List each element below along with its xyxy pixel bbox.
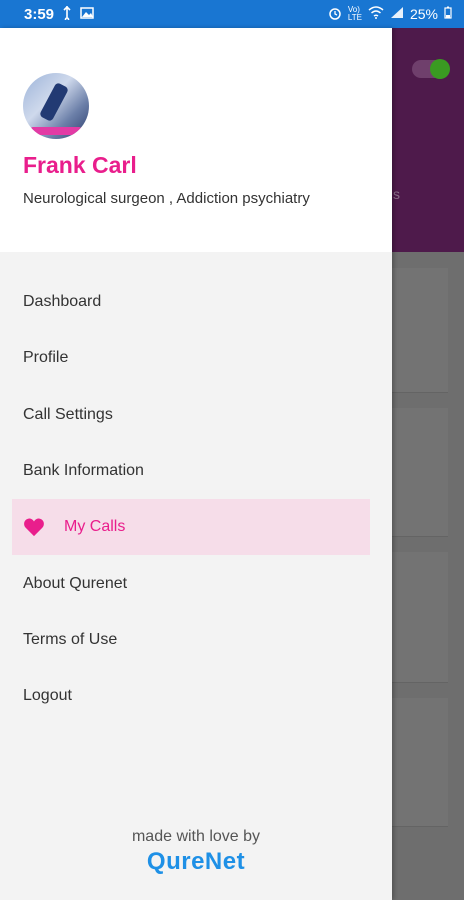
profile-specialty: Neurological surgeon , Addiction psychia… xyxy=(23,190,310,207)
background-card xyxy=(392,268,448,393)
menu-item-dashboard[interactable]: Dashboard xyxy=(0,274,392,330)
battery-icon xyxy=(444,6,452,22)
availability-toggle[interactable] xyxy=(412,59,450,79)
avatar-figure xyxy=(38,81,70,123)
qurenet-logo: QureNet xyxy=(146,848,246,875)
wifi-icon xyxy=(368,6,384,22)
status-time: 3:59 xyxy=(24,5,55,23)
image-icon xyxy=(80,6,94,22)
menu-item-label: Terms of Use xyxy=(23,630,118,648)
toggle-knob xyxy=(430,59,450,79)
navigation-drawer: Frank Carl Neurological surgeon , Addict… xyxy=(0,28,392,900)
status-bar: 3:59 Vo) LTE 25% xyxy=(0,0,464,28)
menu-item-call-settings[interactable]: Call Settings xyxy=(0,387,392,443)
heart-icon xyxy=(23,517,45,537)
avatar[interactable] xyxy=(23,73,89,139)
menu-item-label: Logout xyxy=(23,687,72,705)
footer-tagline: made with love by xyxy=(131,828,261,845)
menu-item-label: Call Settings xyxy=(23,405,113,423)
menu-item-label: Dashboard xyxy=(23,293,102,311)
menu-item-bank-information[interactable]: Bank Information xyxy=(0,443,392,499)
menu-item-label: My Calls xyxy=(64,518,126,536)
avatar-stripe xyxy=(31,127,81,135)
background-card xyxy=(392,408,448,537)
volte-icon: Vo) LTE xyxy=(347,5,362,22)
app-header-partial-text: s xyxy=(393,186,400,202)
drawer-menu: Dashboard Profile Call Settings Bank Inf… xyxy=(0,274,392,724)
menu-item-label: Profile xyxy=(23,349,69,367)
signal-icon xyxy=(390,6,404,22)
alarm-icon xyxy=(328,6,342,23)
drawer-header: Frank Carl Neurological surgeon , Addict… xyxy=(0,28,392,252)
menu-item-label: Bank Information xyxy=(23,462,144,480)
drawer-footer: made with love by QureNet xyxy=(0,828,392,876)
usb-icon xyxy=(62,5,72,23)
battery-percent: 25% xyxy=(409,6,438,22)
menu-item-my-calls[interactable]: My Calls xyxy=(12,499,370,556)
menu-item-about-qurenet[interactable]: About Qurenet xyxy=(0,555,392,611)
menu-item-profile[interactable]: Profile xyxy=(0,330,392,386)
menu-item-logout[interactable]: Logout xyxy=(0,668,392,724)
background-card xyxy=(392,552,448,683)
menu-item-terms-of-use[interactable]: Terms of Use xyxy=(0,612,392,668)
profile-name: Frank Carl xyxy=(23,152,137,178)
menu-item-label: About Qurenet xyxy=(23,574,128,592)
background-card xyxy=(392,698,448,827)
